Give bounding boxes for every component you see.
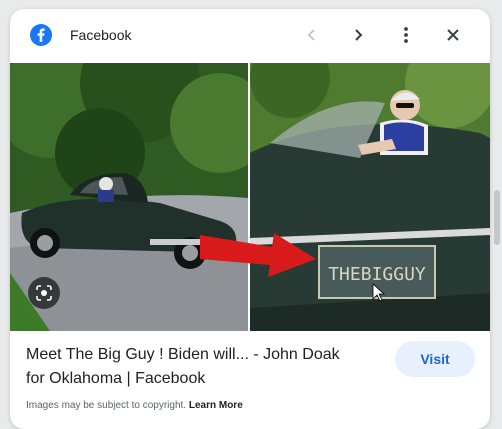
preview-header: Facebook	[10, 9, 490, 61]
result-title[interactable]: Meet The Big Guy ! Biden will... - John …	[26, 343, 376, 391]
visit-button[interactable]: Visit	[395, 341, 475, 377]
result-image[interactable]: THEBIGGUY	[10, 63, 490, 331]
car-photo-collage: THEBIGGUY	[10, 63, 490, 331]
more-vert-icon	[404, 27, 408, 43]
license-plate-text: THEBIGGUY	[328, 264, 426, 285]
previous-button[interactable]	[299, 22, 325, 48]
close-button[interactable]	[440, 22, 466, 48]
copyright-notice: Images may be subject to copyright. Lear…	[26, 400, 243, 411]
lens-search-button[interactable]	[28, 277, 60, 309]
result-title-line-2[interactable]: for Oklahoma | Facebook	[26, 367, 376, 391]
right-photo: THEBIGGUY	[250, 63, 490, 331]
facebook-logo-icon	[30, 24, 52, 46]
next-button[interactable]	[345, 22, 371, 48]
learn-more-link[interactable]: Learn More	[189, 400, 243, 411]
chevron-right-icon	[355, 29, 363, 41]
site-name[interactable]: Facebook	[70, 27, 131, 43]
image-preview-card: Facebook THEBIGGUY Meet The Big Guy ! Bi…	[10, 9, 490, 429]
lens-icon	[36, 285, 52, 301]
chevron-left-icon	[307, 29, 315, 41]
result-title-line-1[interactable]: Meet The Big Guy ! Biden will... - John …	[26, 343, 376, 367]
scrollbar-thumb[interactable]	[494, 190, 500, 245]
copyright-text: Images may be subject to copyright.	[26, 400, 187, 411]
close-icon	[447, 29, 459, 41]
more-options-button[interactable]	[393, 22, 419, 48]
